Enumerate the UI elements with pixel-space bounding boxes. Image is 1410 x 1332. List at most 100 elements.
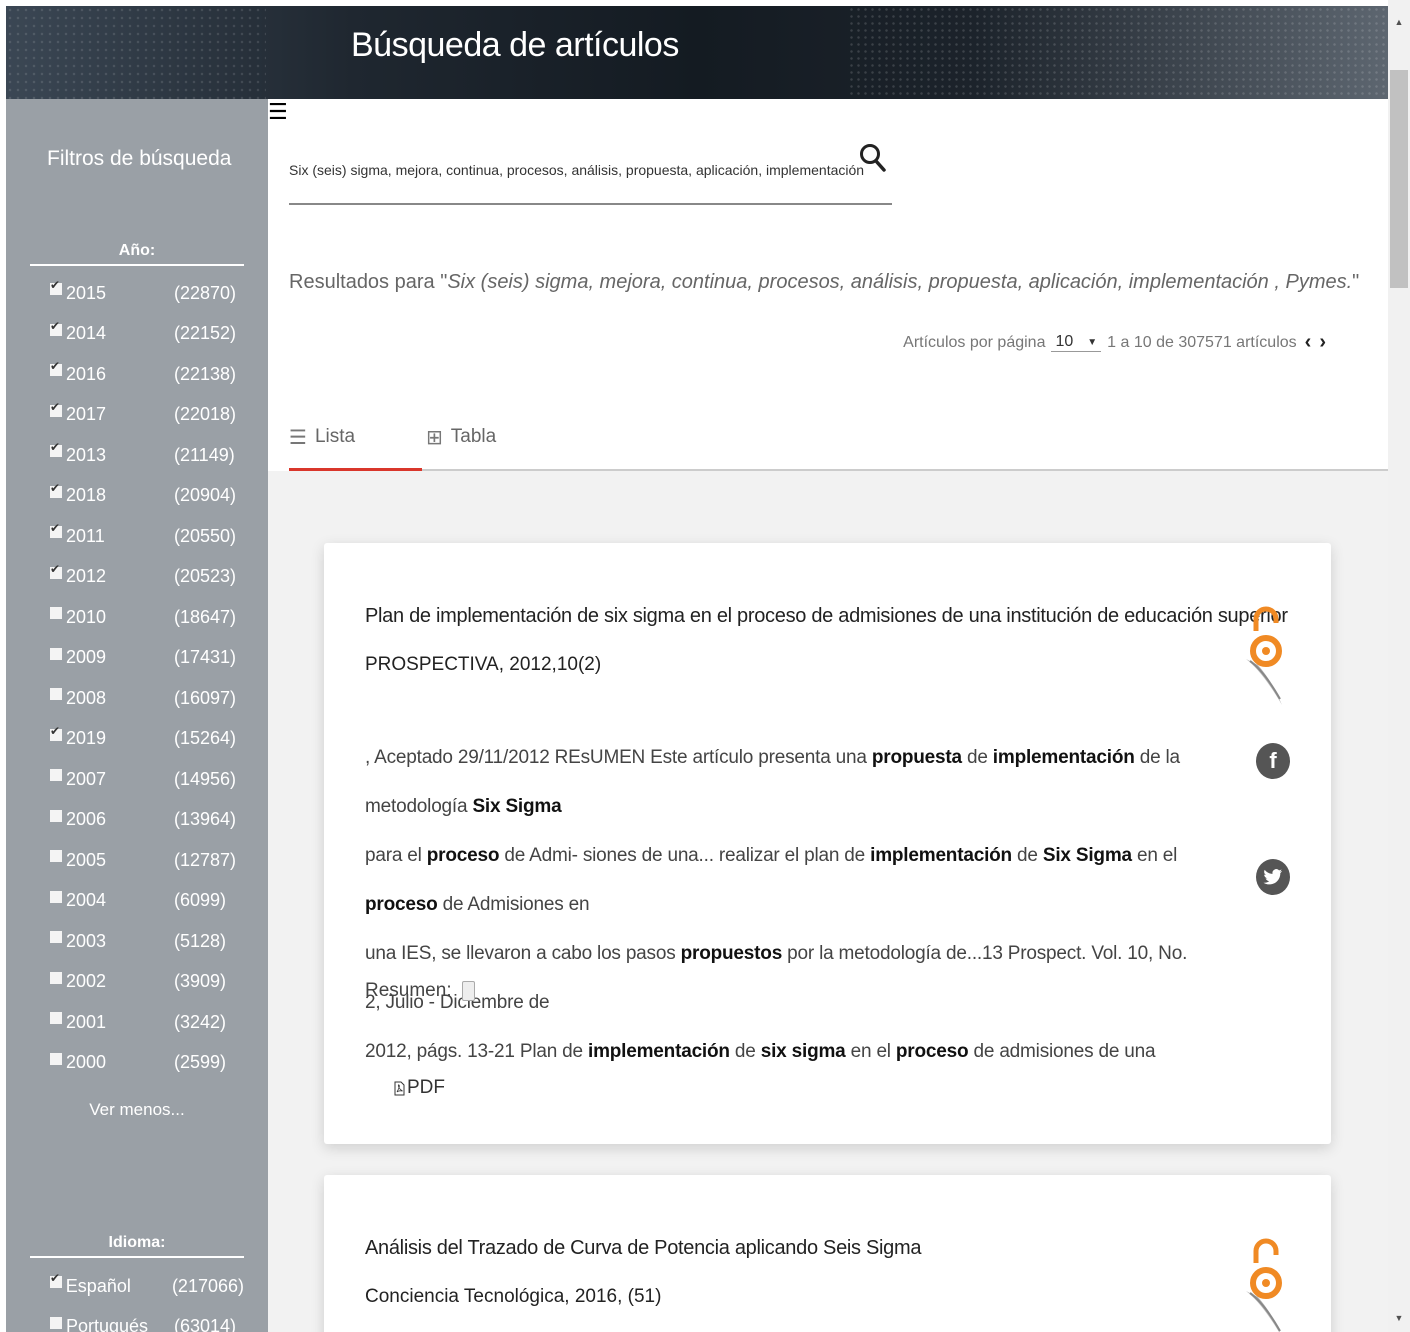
facet-item-2005[interactable]: 2005 (12787) (30, 840, 244, 881)
facet-item-2019[interactable]: 2019 (15264) (30, 719, 244, 760)
facet-item-portugués[interactable]: Portugués (63014) (30, 1307, 244, 1332)
filters-title: Filtros de búsqueda (47, 147, 232, 170)
result-title[interactable]: Análisis del Trazado de Curva de Potenci… (365, 1237, 921, 1260)
facet-item-2010[interactable]: 2010 (18647) (30, 597, 244, 638)
facet-item-2002[interactable]: 2002 (3909) (30, 962, 244, 1003)
facet-item-2008[interactable]: 2008 (16097) (30, 678, 244, 719)
results-query: Six (seis) sigma, mejora, continua, proc… (447, 271, 1353, 293)
abstract-checkbox[interactable] (461, 981, 475, 1001)
facet-checkbox[interactable] (50, 769, 62, 782)
facet-item-2009[interactable]: 2009 (17431) (30, 638, 244, 679)
facet-checkbox[interactable] (50, 562, 62, 579)
pdf-label: PDF (407, 1077, 445, 1098)
facet-label: 2017 (66, 404, 107, 425)
highlighted-term: Six Sigma (472, 796, 562, 817)
result-title[interactable]: Plan de implementación de six sigma en e… (365, 605, 1288, 628)
facet-count: (217066) (171, 1275, 244, 1296)
facet-checkbox[interactable] (50, 890, 62, 903)
abstract-toggle[interactable]: Resumen: (365, 980, 475, 1002)
facet-item-2017[interactable]: 2017 (22018) (30, 395, 244, 436)
facet-checkbox[interactable] (50, 1316, 62, 1329)
facet-checkbox[interactable] (50, 647, 62, 660)
page-viewport: Búsqueda de artículos Filtros de búsqued… (6, 6, 1388, 1332)
facet-count: (14956) (174, 768, 237, 789)
snippet-line: una IES, se llevaron a cabo los pasos pr… (365, 929, 1205, 1027)
facet-checkbox[interactable] (50, 688, 62, 701)
facet-checkbox[interactable] (50, 359, 62, 377)
facet-item-español[interactable]: Español (217066) (30, 1266, 244, 1307)
facet-checkbox[interactable] (50, 1012, 62, 1025)
facet-count: (22870) (174, 282, 237, 303)
facet-checkbox[interactable] (50, 971, 62, 984)
result-snippet: , Aceptado 29/11/2012 REsUMEN Este artíc… (365, 733, 1205, 1076)
facet-count: (12787) (174, 849, 237, 870)
facet-item-2006[interactable]: 2006 (13964) (30, 800, 244, 841)
highlighted-term: proceso (426, 845, 500, 866)
page-header: Búsqueda de artículos (6, 6, 1388, 99)
scroll-up-icon[interactable]: ▲ (1388, 14, 1410, 30)
twitter-share-icon[interactable] (1256, 859, 1290, 895)
facet-item-2013[interactable]: 2013 (21149) (30, 435, 244, 476)
snippet-text: en el (845, 1041, 896, 1062)
facet-checkbox[interactable] (50, 481, 62, 498)
facet-label: 2016 (66, 363, 107, 384)
pdf-link[interactable]: PDF (394, 1077, 445, 1099)
facet-item-2015[interactable]: 2015 (22870) (30, 273, 244, 314)
highlighted-term: implementación (870, 845, 1012, 866)
facet-item-2016[interactable]: 2016 (22138) (30, 354, 244, 395)
menu-icon[interactable]: ☰ (268, 101, 288, 123)
facet-checkbox[interactable] (50, 521, 62, 539)
facet-checkbox[interactable] (50, 400, 62, 417)
facet-item-2000[interactable]: 2000 (2599) (30, 1043, 244, 1084)
result-card: Plan de implementación de six sigma en e… (324, 543, 1331, 1144)
facet-label: 2003 (66, 930, 107, 951)
see-less-link[interactable]: Ver menos... (30, 1100, 244, 1120)
search-icon[interactable] (859, 143, 887, 173)
facet-checkbox[interactable] (50, 931, 62, 944)
facet-checkbox[interactable] (50, 1052, 62, 1065)
facet-checkbox[interactable] (50, 724, 62, 741)
facet-checkbox[interactable] (50, 1271, 62, 1289)
facet-count: (3909) (174, 971, 227, 992)
result-source: Conciencia Tecnológica, 2016, (51) (365, 1286, 662, 1307)
snippet-text: de admisiones de una (968, 1041, 1156, 1062)
facet-checkbox[interactable] (50, 607, 62, 620)
facet-list-year: 2015 (22870) 2014 (22152) 2016 (22138) 2017 (22… (30, 273, 244, 1083)
facet-checkbox[interactable] (50, 319, 62, 336)
facet-checkbox[interactable] (50, 809, 62, 822)
facet-count: (63014) (174, 1316, 237, 1332)
open-access-icon[interactable] (1242, 601, 1290, 706)
facet-checkbox[interactable] (50, 440, 62, 458)
tab-list[interactable]: ☰ Lista (289, 417, 422, 457)
highlighted-term: implementación (992, 747, 1135, 768)
facet-item-2012[interactable]: 2012 (20523) (30, 557, 244, 598)
tab-list-label: Lista (314, 426, 356, 447)
previous-page-icon[interactable]: ‹ (1305, 331, 1312, 354)
facet-item-2004[interactable]: 2004 (6099) (30, 881, 244, 922)
table-icon: ⊞ (426, 426, 443, 449)
search-input[interactable] (289, 162, 864, 178)
results-suffix: " (1352, 271, 1360, 293)
facet-item-2011[interactable]: 2011 (20550) (30, 516, 244, 557)
tab-table[interactable]: ⊞ Tabla (426, 417, 496, 457)
facebook-share-icon[interactable]: f (1256, 743, 1290, 779)
facet-item-2003[interactable]: 2003 (5128) (30, 921, 244, 962)
facet-item-2014[interactable]: 2014 (22152) (30, 314, 244, 355)
per-page-select[interactable]: 10 ▼ (1051, 333, 1102, 352)
facet-label: 2006 (66, 809, 107, 830)
next-page-icon[interactable]: › (1319, 331, 1326, 354)
facet-checkbox[interactable] (50, 278, 62, 296)
facet-count: (20550) (174, 525, 237, 546)
facet-item-2007[interactable]: 2007 (14956) (30, 759, 244, 800)
scroll-down-icon[interactable]: ▼ (1388, 1310, 1410, 1326)
open-access-icon[interactable] (1242, 1233, 1290, 1332)
facet-checkbox[interactable] (50, 850, 62, 863)
facet-item-2001[interactable]: 2001 (3242) (30, 1002, 244, 1043)
facet-label: 2001 (66, 1011, 107, 1032)
facet-title-language: Idioma: (30, 1234, 244, 1258)
facet-title-year: Año: (30, 242, 244, 266)
vertical-scrollbar[interactable]: ▲ ▼ (1388, 0, 1410, 1332)
scrollbar-thumb[interactable] (1390, 70, 1408, 288)
twitter-bird-icon (1263, 869, 1282, 885)
facet-item-2018[interactable]: 2018 (20904) (30, 476, 244, 517)
